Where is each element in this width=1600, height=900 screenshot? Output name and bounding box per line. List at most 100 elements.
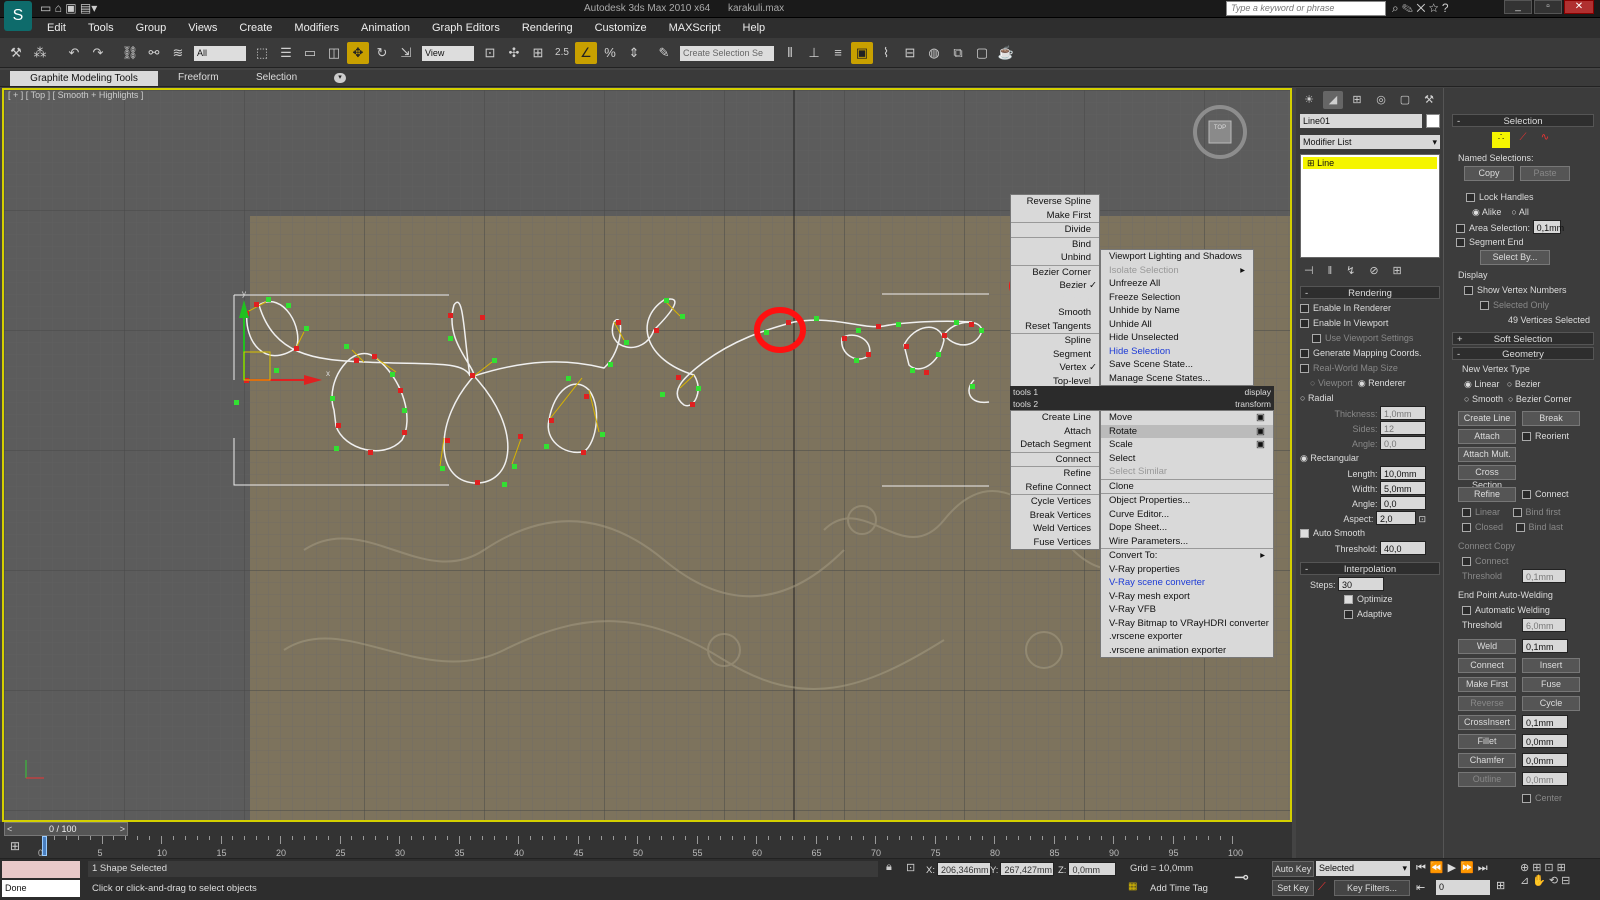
quad-item-hide-selection[interactable]: Hide Selection [1101, 345, 1253, 359]
quad-item-cycle-vertices[interactable]: Cycle Vertices [1011, 495, 1099, 509]
quad-item-dope-sheet[interactable]: Dope Sheet... [1101, 521, 1273, 535]
quad-item-object-properties[interactable]: Object Properties... [1101, 494, 1273, 508]
soft-selection-rollout-header[interactable]: + Soft Selection [1452, 332, 1594, 345]
checkbox[interactable] [1466, 193, 1475, 203]
quad-item-select-similar[interactable]: Select Similar [1101, 465, 1273, 479]
quad-item-vray-mesh-export[interactable]: V-Ray mesh export [1101, 590, 1273, 604]
fillet-button[interactable]: Fillet [1458, 734, 1516, 749]
stack-item-line[interactable]: ⊞ Line [1303, 157, 1437, 169]
rotate-icon[interactable]: ↻ [371, 42, 393, 64]
menu-group[interactable]: Group [125, 18, 178, 38]
quad-item-connect[interactable]: Connect [1011, 453, 1099, 467]
steps-spinner[interactable]: Steps: 30 [1300, 577, 1440, 592]
menu-maxscript[interactable]: MAXScript [658, 18, 732, 38]
segment-level-icon[interactable]: ⟋ [1514, 132, 1532, 148]
steps-field[interactable]: 30 [1338, 577, 1385, 591]
close-button[interactable]: ✕ [1564, 0, 1594, 14]
quad-item-bind[interactable]: Bind [1011, 238, 1099, 252]
lock-icon[interactable]: ⊡ [1418, 514, 1426, 524]
quad-item-weld-vertices[interactable]: Weld Vertices [1011, 522, 1099, 536]
show-vertex-numbers[interactable]: Show Vertex Numbers [1452, 283, 1594, 298]
quad-item-vray-properties[interactable]: V-Ray properties [1101, 563, 1273, 577]
quad-item-save-scene-state[interactable]: Save Scene State... [1101, 358, 1253, 372]
select-by-name-icon[interactable]: ☰ [275, 42, 297, 64]
center-checkbox[interactable]: Center [1452, 791, 1594, 806]
ref-coord-dropdown[interactable]: View [422, 45, 474, 61]
renderer-radio[interactable]: ◉ Renderer [1358, 378, 1406, 388]
quad-item-convert-to[interactable]: Convert To: ▸ [1101, 549, 1273, 563]
generate-mapping-coords[interactable]: Generate Mapping Coords. [1300, 346, 1440, 361]
quad-item-bezier[interactable]: Bezier ✓ [1011, 279, 1099, 293]
attach-button[interactable]: Attach [1458, 429, 1516, 444]
quick-render-icon[interactable]: ☕ [995, 42, 1017, 64]
radial-radio[interactable]: ○ Radial [1300, 391, 1440, 406]
break-button[interactable]: Break [1522, 411, 1580, 426]
viewport-radio[interactable]: ○ Viewport [1310, 378, 1353, 388]
quad-item-reset-tangents[interactable]: Reset Tangents [1011, 320, 1099, 334]
quad-item-vray-vfb[interactable]: V-Ray VFB [1101, 603, 1273, 617]
display-tab-icon[interactable]: ▢ [1395, 91, 1415, 109]
checkbox[interactable] [1312, 334, 1321, 344]
infocenter-icons[interactable]: ⌕ ✎ ✕ ☆ ? [1392, 1, 1449, 16]
quad-item-curve-editor[interactable]: Curve Editor... [1101, 508, 1273, 522]
lock-selection-icon[interactable]: 🔒︎ [886, 861, 892, 874]
linear-radio[interactable]: ◉ Linear [1464, 379, 1499, 389]
time-config-icon[interactable]: ⊞ [1496, 879, 1505, 892]
quad-item-segment[interactable]: Segment [1011, 348, 1099, 362]
optimize-checkbox[interactable]: Optimize [1300, 592, 1440, 607]
object-color-swatch[interactable] [1426, 114, 1440, 128]
length-spinner[interactable]: Length: 10,0mm [1300, 466, 1440, 481]
quad-item-vrscene-animation-exporter[interactable]: .vrscene animation exporter [1101, 644, 1273, 658]
quick-access-icons[interactable]: ▭ ⌂ ▣ ▤▾ [40, 1, 97, 15]
mini-curve-editor-icon[interactable]: ⊞ [10, 839, 20, 853]
checkbox[interactable] [1480, 301, 1489, 311]
weld-button[interactable]: Weld [1458, 639, 1516, 654]
viewcube-label[interactable]: TOP [1212, 125, 1228, 131]
threshold-field[interactable]: 40,0 [1380, 541, 1426, 555]
width-field[interactable]: 5,0mm [1380, 481, 1426, 495]
insert-button[interactable]: Insert [1522, 658, 1580, 673]
quad-item-rotate[interactable]: Rotate ▣ [1101, 424, 1273, 438]
checkbox[interactable] [1300, 349, 1309, 359]
chamfer-field[interactable]: 0,0mm [1522, 753, 1568, 767]
angle-snap-icon[interactable]: ∠ [575, 42, 597, 64]
quad-item-scale[interactable]: Scale ▣ [1101, 438, 1273, 452]
edit-named-selection-icon[interactable]: ✎ [653, 42, 675, 64]
named-selection-sets-dropdown[interactable]: Create Selection Se [680, 45, 774, 61]
quad-item-vray-scene-converter[interactable]: V-Ray scene converter [1101, 576, 1273, 590]
quad-item-move[interactable]: Move ▣ [1101, 411, 1273, 425]
track-bar[interactable]: 0 5 10 15 20 25 30 35 40 45 50 55 60 65 70 75 80 85 90 95 10… [38, 836, 1252, 858]
key-mode-dropdown[interactable]: Selected ▾ [1316, 861, 1410, 876]
expand-icon[interactable]: ⊞ [1307, 158, 1315, 168]
settings-box-icon[interactable]: ▣ [1256, 411, 1265, 425]
checkbox[interactable] [1462, 508, 1471, 518]
scale-icon[interactable]: ⇲ [395, 42, 417, 64]
quad-item-unhide-all[interactable]: Unhide All [1101, 318, 1253, 332]
ribbon-options-icon[interactable]: ▾ [334, 73, 346, 83]
absolute-mode-icon[interactable]: ⊡ [906, 861, 915, 874]
stack-tools-icons[interactable]: ⊣‖↯⊘⊞ [1304, 264, 1416, 277]
quad-item-spline[interactable]: Spline [1011, 334, 1099, 348]
selection-filter-dropdown[interactable]: All [194, 45, 246, 61]
all-radio[interactable]: ○ All [1511, 207, 1528, 217]
unlink-icon[interactable]: ⚯ [143, 42, 165, 64]
quad-item-bezier-corner[interactable]: Bezier Corner [1011, 266, 1099, 280]
chamfer-button[interactable]: Chamfer [1458, 753, 1516, 768]
settings-box-icon[interactable]: ▣ [1256, 438, 1265, 452]
slider-next-icon[interactable]: > [120, 823, 125, 835]
time-slider[interactable]: < 0 / 100 > [4, 822, 128, 836]
quad-item-vray-bitmap-converter[interactable]: V-Ray Bitmap to VRayHDRI converter [1101, 617, 1273, 631]
app-logo-icon[interactable]: S [4, 1, 32, 31]
attach-mult-button[interactable]: Attach Mult. [1458, 447, 1516, 462]
quad-item-refine-connect[interactable]: Refine Connect [1011, 481, 1099, 495]
quad-item-detach-segment[interactable]: Detach Segment [1011, 438, 1099, 452]
current-frame-field[interactable]: 0 [1436, 880, 1490, 895]
modify-tab-icon[interactable]: ◢ [1323, 91, 1343, 109]
quad-item-break-vertices[interactable]: Break Vertices [1011, 509, 1099, 523]
thickness-spinner[interactable]: Thickness: 1,0mm [1300, 406, 1440, 421]
select-by-button[interactable]: Select By... [1480, 250, 1550, 265]
hierarchy-tab-icon[interactable]: ⊞ [1347, 91, 1367, 109]
maximize-button[interactable]: ▫ [1534, 0, 1562, 14]
bind-first-checkbox[interactable]: Bind first [1512, 507, 1561, 518]
rendering-rollout-header[interactable]: - Rendering [1300, 286, 1440, 299]
